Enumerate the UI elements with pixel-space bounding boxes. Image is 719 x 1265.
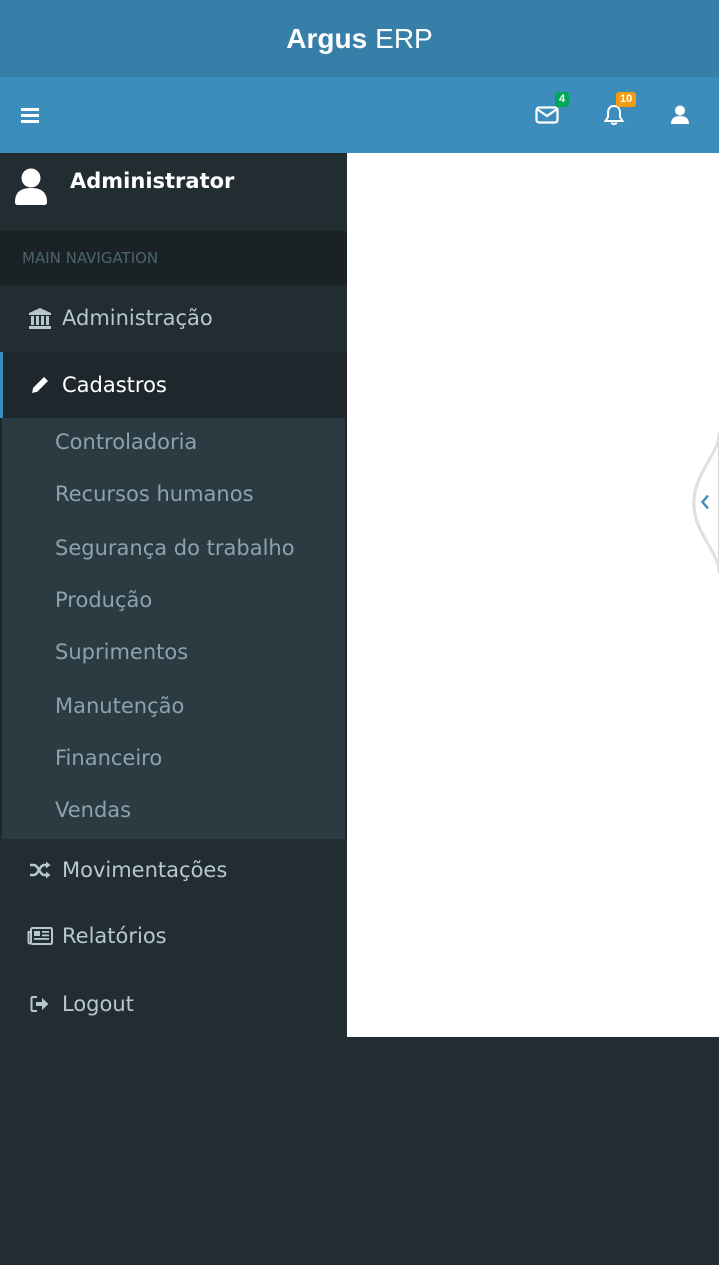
sidebar-item-label: Logout <box>62 992 134 1016</box>
cadastros-submenu: Controladoria Recursos humanos Segurança… <box>0 418 347 839</box>
chevron-left-icon <box>700 494 709 510</box>
submenu-item-producao[interactable]: Produção <box>55 588 152 612</box>
pencil-icon <box>27 372 53 398</box>
sidebar-item-cadastros[interactable]: Cadastros <box>0 352 347 418</box>
envelope-icon <box>535 106 559 124</box>
submenu-item-vendas[interactable]: Vendas <box>55 798 131 822</box>
newspaper-icon <box>27 923 53 949</box>
submenu-item-manutencao[interactable]: Manutenção <box>55 694 184 718</box>
user-icon <box>671 105 689 124</box>
top-navbar: 4 10 <box>0 77 719 153</box>
sidebar-item-label: Relatórios <box>62 924 167 948</box>
user-panel: Administrator <box>0 153 347 231</box>
submenu-item-controladoria[interactable]: Controladoria <box>55 430 197 454</box>
footer-area <box>0 1037 719 1265</box>
main-navigation-header: MAIN NAVIGATION <box>0 231 347 285</box>
sidebar-item-label: Administração <box>62 306 213 330</box>
messages-button[interactable]: 4 <box>517 77 577 153</box>
sidebar-item-relatorios[interactable]: Relatórios <box>0 903 347 969</box>
submenu-item-recursos-humanos[interactable]: Recursos humanos <box>55 482 254 506</box>
brand-light: ERP <box>375 22 433 54</box>
user-name: Administrator <box>70 169 235 193</box>
sign-out-icon <box>27 991 53 1017</box>
bank-icon <box>27 305 53 331</box>
main-content <box>347 153 719 1037</box>
sidebar-item-movimentacoes[interactable]: Movimentações <box>0 837 347 903</box>
sidebar-item-administracao[interactable]: Administração <box>0 285 347 351</box>
sidebar-item-label: Cadastros <box>62 373 167 397</box>
sidebar: Administrator MAIN NAVIGATION Administra… <box>0 153 347 1038</box>
bell-icon <box>603 104 625 125</box>
sidebar-toggle-button[interactable] <box>0 77 60 153</box>
app-logo[interactable]: Argus ERP <box>0 0 719 77</box>
control-sidebar-tab[interactable] <box>689 432 719 574</box>
user-menu-button[interactable] <box>650 77 710 153</box>
sidebar-item-logout[interactable]: Logout <box>0 971 347 1037</box>
messages-badge: 4 <box>555 92 570 107</box>
submenu-item-seguranca-do-trabalho[interactable]: Segurança do trabalho <box>55 536 295 560</box>
submenu-item-suprimentos[interactable]: Suprimentos <box>55 640 188 664</box>
notifications-button[interactable]: 10 <box>584 77 644 153</box>
sidebar-item-label: Movimentações <box>62 858 228 882</box>
brand-bold: Argus <box>286 22 368 54</box>
shuffle-icon <box>27 857 53 883</box>
notifications-badge: 10 <box>616 92 637 107</box>
submenu-item-financeiro[interactable]: Financeiro <box>55 746 162 770</box>
hamburger-icon <box>21 108 39 123</box>
user-avatar-icon <box>15 168 47 205</box>
